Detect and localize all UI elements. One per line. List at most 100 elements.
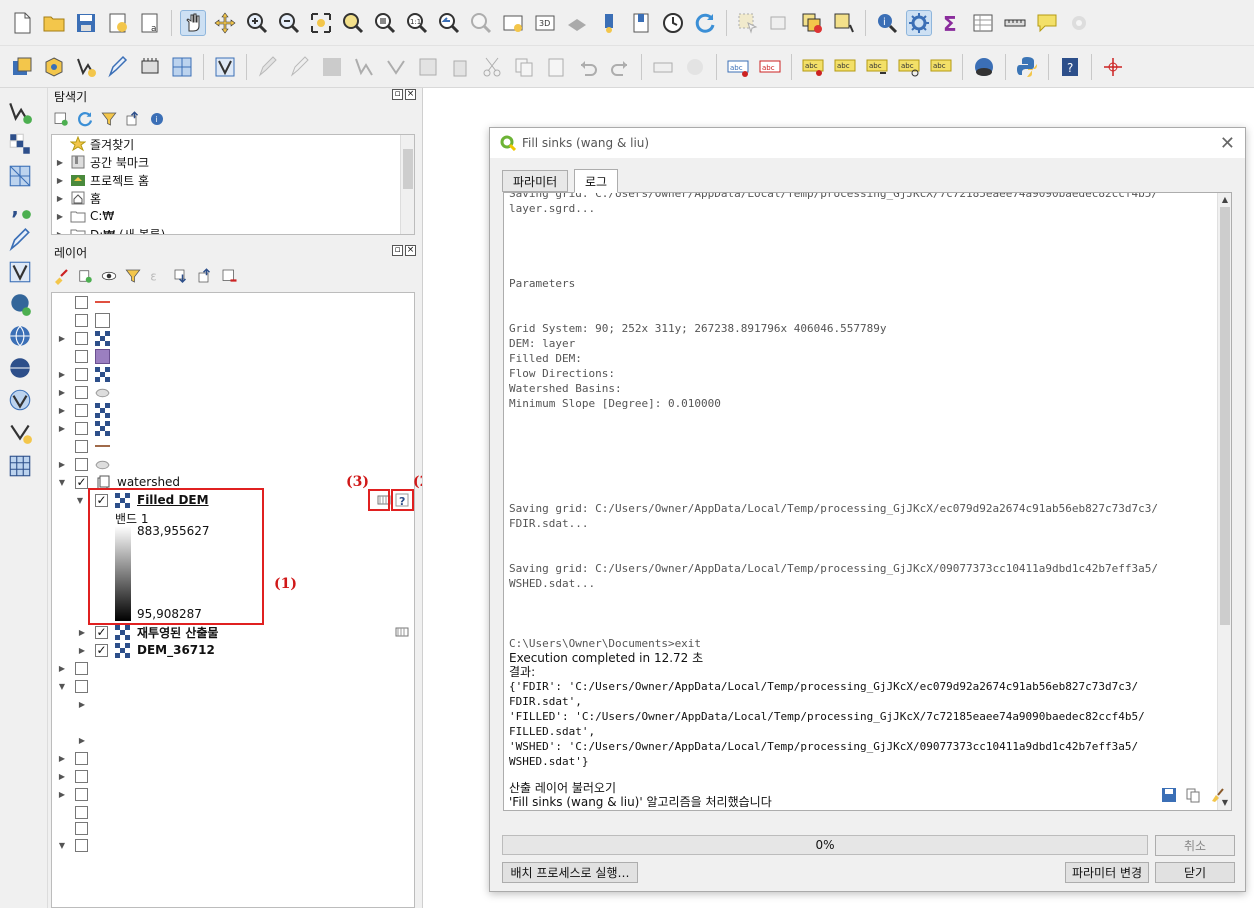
tab-parameters[interactable]: 파라미터 bbox=[502, 170, 569, 192]
show-bookmarks-icon[interactable] bbox=[596, 10, 622, 36]
label-tool-icon[interactable] bbox=[650, 54, 676, 80]
map-tips-icon[interactable] bbox=[1034, 10, 1060, 36]
add-wfs-icon[interactable] bbox=[6, 354, 34, 382]
settings-gear-icon[interactable] bbox=[1066, 10, 1092, 36]
close-panel-icon[interactable]: × bbox=[405, 89, 416, 100]
browser-item-spatial-bookmarks[interactable]: ▶ 공간 북마크 bbox=[52, 153, 414, 171]
expand-arrow-icon[interactable]: ▶ bbox=[56, 334, 68, 343]
add-virtual-layer-icon[interactable] bbox=[6, 418, 34, 446]
browser-item-drive-c[interactable]: ▶ C:₩ bbox=[52, 207, 414, 225]
batch-process-button[interactable]: 배치 프로세스로 실행… bbox=[502, 862, 638, 883]
expand-arrow-icon[interactable]: ▶ bbox=[76, 646, 88, 655]
change-label-icon[interactable]: abc bbox=[928, 54, 954, 80]
add-selected-layers-icon[interactable] bbox=[52, 110, 70, 131]
expand-arrow-icon[interactable]: ▶ bbox=[76, 628, 88, 637]
expand-arrow-icon[interactable]: ▶ bbox=[56, 406, 68, 415]
add-delimited-text-icon[interactable]: , bbox=[6, 194, 34, 222]
toggle-editing-icon[interactable] bbox=[287, 54, 313, 80]
layer-checkbox[interactable] bbox=[75, 349, 88, 363]
layer-row[interactable]: ▼ bbox=[52, 677, 414, 695]
layer-row[interactable]: ▶ bbox=[52, 767, 414, 785]
log-scrollbar[interactable]: ▲ ▼ bbox=[1217, 193, 1231, 810]
collapse-arrow-icon[interactable]: ▼ bbox=[74, 496, 86, 505]
zoom-to-selection-icon[interactable] bbox=[340, 10, 366, 36]
layer-checkbox[interactable] bbox=[75, 331, 88, 345]
change-parameters-button[interactable]: 파라미터 변경 bbox=[1065, 862, 1149, 883]
layer-row[interactable] bbox=[52, 311, 414, 329]
layer-checkbox[interactable] bbox=[75, 385, 88, 399]
expand-arrow-icon[interactable]: ▶ bbox=[56, 388, 68, 397]
collapse-arrow-icon[interactable]: ▼ bbox=[56, 478, 68, 487]
pin-labels-icon[interactable]: abc bbox=[800, 54, 826, 80]
layer-diagram-icon[interactable]: abc bbox=[757, 54, 783, 80]
layer-row[interactable]: ▶ bbox=[52, 659, 414, 677]
redo-icon[interactable] bbox=[607, 54, 633, 80]
add-wms-icon[interactable] bbox=[6, 322, 34, 350]
modify-attributes-icon[interactable] bbox=[415, 54, 441, 80]
new-print-layout-icon[interactable] bbox=[105, 10, 131, 36]
python-console-icon[interactable] bbox=[1014, 54, 1040, 80]
copy-features-icon[interactable] bbox=[511, 54, 537, 80]
new-project-icon[interactable] bbox=[9, 10, 35, 36]
collapse-arrow-icon[interactable]: ▼ bbox=[56, 682, 68, 691]
refresh-icon[interactable] bbox=[692, 10, 718, 36]
filter-legend-icon[interactable] bbox=[124, 267, 142, 288]
clear-log-icon[interactable] bbox=[1209, 787, 1225, 803]
layer-row[interactable]: ▶ bbox=[52, 419, 414, 437]
attribute-table-icon[interactable] bbox=[970, 10, 996, 36]
new-map-view-icon[interactable] bbox=[500, 10, 526, 36]
scroll-up-icon[interactable]: ▲ bbox=[1218, 193, 1231, 207]
move-label-icon[interactable]: abc bbox=[864, 54, 890, 80]
layer-checkbox[interactable]: ✓ bbox=[95, 643, 108, 657]
paste-features-icon[interactable] bbox=[543, 54, 569, 80]
browser-item-favorites[interactable]: 즐겨찾기 bbox=[52, 135, 414, 153]
rotate-label-icon[interactable]: abc bbox=[896, 54, 922, 80]
data-source-manager-icon[interactable] bbox=[9, 54, 35, 80]
layer-row[interactable] bbox=[52, 437, 414, 455]
new-virtual-layer-icon[interactable] bbox=[169, 54, 195, 80]
browser-item-project-home[interactable]: ▶ 프로젝트 홈 bbox=[52, 171, 414, 189]
current-edits-icon[interactable] bbox=[255, 54, 281, 80]
zoom-in-icon[interactable] bbox=[244, 10, 270, 36]
expand-arrow-icon[interactable]: ▶ bbox=[76, 700, 88, 709]
layer-checkbox[interactable] bbox=[75, 838, 88, 852]
qgis-globe-plugin-icon[interactable] bbox=[971, 54, 997, 80]
add-wcs-icon[interactable] bbox=[6, 386, 34, 414]
layer-row[interactable]: ▼ bbox=[52, 836, 414, 854]
layer-labeling-icon[interactable]: abc bbox=[725, 54, 751, 80]
pan-map-icon[interactable] bbox=[180, 9, 206, 36]
layout-manager-icon[interactable]: a bbox=[137, 10, 163, 36]
new-shapefile-icon[interactable] bbox=[73, 54, 99, 80]
statistics-sigma-icon[interactable]: Σ bbox=[938, 10, 964, 36]
add-feature-icon[interactable] bbox=[351, 54, 377, 80]
refresh-browser-icon[interactable] bbox=[76, 110, 94, 131]
new-spatial-bookmark-icon[interactable] bbox=[564, 10, 590, 36]
expand-arrow-icon[interactable]: ▶ bbox=[54, 176, 66, 185]
add-mesh-layer-icon[interactable] bbox=[6, 162, 34, 190]
expand-arrow-icon[interactable]: ▶ bbox=[56, 460, 68, 469]
layer-checkbox[interactable] bbox=[75, 313, 88, 327]
layer-row[interactable]: ▶ bbox=[52, 383, 414, 401]
layer-row[interactable]: ▶ bbox=[52, 329, 414, 347]
expand-arrow-icon[interactable]: ▶ bbox=[54, 194, 66, 203]
new-geopackage-icon[interactable] bbox=[41, 54, 67, 80]
layer-checkbox[interactable] bbox=[75, 295, 88, 309]
layer-checkbox[interactable] bbox=[75, 439, 88, 453]
zoom-next-icon[interactable] bbox=[468, 10, 494, 36]
expand-arrow-icon[interactable]: ▶ bbox=[54, 212, 66, 221]
layer-row[interactable]: ▶ bbox=[52, 731, 414, 749]
close-panel-icon[interactable]: × bbox=[405, 245, 416, 256]
help-contents-icon[interactable]: ? bbox=[1057, 54, 1083, 80]
expand-all-icon[interactable] bbox=[172, 267, 190, 288]
browser-item-drive-d[interactable]: ▶ D:₩ (새 볼륨) bbox=[52, 225, 414, 234]
copy-log-icon[interactable] bbox=[1185, 787, 1201, 803]
save-project-icon[interactable] bbox=[73, 10, 99, 36]
expand-arrow-icon[interactable]: ▶ bbox=[76, 736, 88, 745]
layer-checkbox[interactable] bbox=[75, 805, 88, 819]
close-button[interactable]: 닫기 bbox=[1155, 862, 1235, 883]
layer-checkbox[interactable] bbox=[75, 367, 88, 381]
bookmarks-list-icon[interactable] bbox=[628, 10, 654, 36]
float-panel-icon[interactable]: ▫ bbox=[392, 245, 403, 256]
collapse-all-icon[interactable] bbox=[124, 110, 142, 131]
layer-checkbox[interactable] bbox=[75, 457, 88, 471]
